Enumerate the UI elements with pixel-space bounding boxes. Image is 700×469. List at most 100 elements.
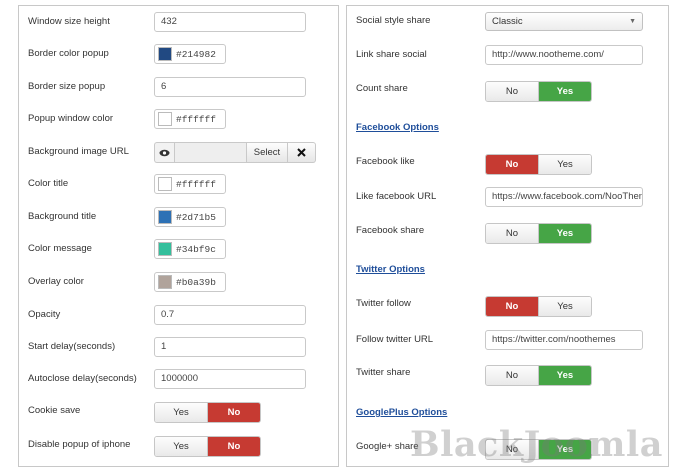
- disable-popup-iphone-toggle: Yes No: [154, 436, 261, 457]
- count-share-no-option[interactable]: No: [486, 82, 538, 101]
- background-image-url-input[interactable]: [174, 142, 246, 163]
- facebook-like-yes-option[interactable]: Yes: [538, 155, 591, 174]
- facebook-options-heading[interactable]: Facebook Options: [356, 122, 439, 133]
- overlay-color-row: Overlay color #b0a39b: [19, 269, 338, 295]
- start-delay-row: Start delay(seconds) 1: [19, 334, 338, 360]
- color-hex-value: #34bf9c: [176, 243, 216, 255]
- border-color-popup-picker[interactable]: #214982: [154, 44, 226, 64]
- color-title-picker[interactable]: #ffffff: [154, 174, 226, 194]
- popup-window-color-picker[interactable]: #ffffff: [154, 109, 226, 129]
- like-facebook-url-input[interactable]: https://www.facebook.com/NooThen: [485, 187, 643, 207]
- color-hex-value: #2d71b5: [176, 211, 216, 223]
- background-image-url-label: Background image URL: [28, 146, 129, 157]
- background-title-picker[interactable]: #2d71b5: [154, 207, 226, 227]
- window-size-height-input[interactable]: 432: [154, 12, 306, 32]
- twitter-share-yes-option[interactable]: Yes: [538, 366, 591, 385]
- google-share-label: Google+ share: [356, 441, 419, 452]
- count-share-yes-option[interactable]: Yes: [538, 82, 591, 101]
- color-title-label: Color title: [28, 178, 69, 189]
- facebook-like-label: Facebook like: [356, 156, 415, 167]
- window-size-height-label: Window size height: [28, 16, 110, 27]
- facebook-share-label: Facebook share: [356, 225, 425, 236]
- border-color-popup-row: Border color popup #214982: [19, 41, 338, 67]
- background-title-row: Background title #2d71b5: [19, 204, 338, 230]
- color-message-label: Color message: [28, 243, 92, 254]
- like-facebook-url-row: Like facebook URL https://www.facebook.c…: [347, 184, 668, 210]
- twitter-share-toggle: No Yes: [485, 365, 592, 386]
- background-title-label: Background title: [28, 211, 97, 222]
- border-size-popup-row: Border size popup 6: [19, 74, 338, 100]
- twitter-follow-toggle: No Yes: [485, 296, 592, 317]
- twitter-options-heading[interactable]: Twitter Options: [356, 264, 425, 275]
- twitter-follow-no-option[interactable]: No: [486, 297, 538, 316]
- link-share-social-input[interactable]: http://www.nootheme.com/: [485, 45, 643, 65]
- disable-popup-iphone-row: Disable popup of iphone Yes No: [19, 432, 338, 458]
- google-share-yes-option[interactable]: Yes: [538, 440, 591, 459]
- opacity-row: Opacity 0.7: [19, 302, 338, 328]
- popup-window-color-row: Popup window color #ffffff: [19, 106, 338, 132]
- twitter-follow-label: Twitter follow: [356, 298, 411, 309]
- twitter-follow-row: Twitter follow No Yes: [347, 291, 668, 317]
- color-hex-value: #b0a39b: [176, 276, 216, 288]
- facebook-share-row: Facebook share No Yes: [347, 218, 668, 244]
- color-swatch: [158, 210, 172, 224]
- facebook-like-row: Facebook like No Yes: [347, 149, 668, 175]
- social-style-share-select[interactable]: Classic ▼: [485, 12, 643, 31]
- google-share-toggle: No Yes: [485, 439, 592, 460]
- start-delay-label: Start delay(seconds): [28, 341, 116, 352]
- count-share-label: Count share: [356, 83, 408, 94]
- color-swatch: [158, 47, 172, 61]
- google-share-no-option[interactable]: No: [486, 440, 538, 459]
- facebook-share-no-option[interactable]: No: [486, 224, 538, 243]
- cookie-save-yes-option[interactable]: Yes: [155, 403, 207, 422]
- social-style-share-value: Classic: [492, 16, 523, 27]
- color-swatch: [158, 242, 172, 256]
- facebook-share-toggle: No Yes: [485, 223, 592, 244]
- cookie-save-label: Cookie save: [28, 405, 81, 416]
- google-share-row: Google+ share No Yes: [347, 434, 668, 460]
- eye-icon[interactable]: [154, 142, 174, 163]
- facebook-like-no-option[interactable]: No: [486, 155, 538, 174]
- like-facebook-url-label: Like facebook URL: [356, 191, 437, 202]
- window-size-height-row: Window size height 432: [19, 9, 338, 35]
- facebook-like-toggle: No Yes: [485, 154, 592, 175]
- color-hex-value: #ffffff: [176, 113, 216, 125]
- disable-popup-iphone-yes-option[interactable]: Yes: [155, 437, 207, 456]
- overlay-color-label: Overlay color: [28, 276, 84, 287]
- count-share-row: Count share No Yes: [347, 76, 668, 102]
- twitter-follow-yes-option[interactable]: Yes: [538, 297, 591, 316]
- background-image-url-row: Background image URL Select: [19, 139, 338, 165]
- overlay-color-picker[interactable]: #b0a39b: [154, 272, 226, 292]
- social-style-share-row: Social style share Classic ▼: [347, 8, 668, 34]
- autoclose-delay-input[interactable]: 1000000: [154, 369, 306, 389]
- color-message-picker[interactable]: #34bf9c: [154, 239, 226, 259]
- select-image-button[interactable]: Select: [246, 142, 288, 163]
- social-style-share-label: Social style share: [356, 15, 431, 26]
- opacity-input[interactable]: 0.7: [154, 305, 306, 325]
- close-icon[interactable]: [288, 142, 316, 163]
- social-share-panel: Social style share Classic ▼ Link share …: [346, 5, 669, 467]
- cookie-save-no-option[interactable]: No: [207, 403, 260, 422]
- color-swatch: [158, 177, 172, 191]
- follow-twitter-url-input[interactable]: https://twitter.com/noothemes: [485, 330, 643, 350]
- opacity-label: Opacity: [28, 309, 61, 320]
- facebook-share-yes-option[interactable]: Yes: [538, 224, 591, 243]
- follow-twitter-url-label: Follow twitter URL: [356, 334, 434, 345]
- color-message-row: Color message #34bf9c: [19, 236, 338, 262]
- background-image-media-field: Select: [154, 142, 316, 163]
- color-title-row: Color title #ffffff: [19, 171, 338, 197]
- autoclose-delay-label: Autoclose delay(seconds): [28, 373, 137, 384]
- count-share-toggle: No Yes: [485, 81, 592, 102]
- autoclose-delay-row: Autoclose delay(seconds) 1000000: [19, 366, 338, 392]
- start-delay-input[interactable]: 1: [154, 337, 306, 357]
- color-hex-value: #ffffff: [176, 178, 216, 190]
- border-color-popup-label: Border color popup: [28, 48, 109, 59]
- border-size-popup-input[interactable]: 6: [154, 77, 306, 97]
- cookie-save-row: Cookie save Yes No: [19, 398, 338, 424]
- caret-down-icon: ▼: [629, 18, 636, 25]
- follow-twitter-url-row: Follow twitter URL https://twitter.com/n…: [347, 327, 668, 353]
- googleplus-options-heading[interactable]: GooglePlus Options: [356, 407, 447, 418]
- popup-settings-panel: Window size height 432 Border color popu…: [18, 5, 339, 467]
- disable-popup-iphone-no-option[interactable]: No: [207, 437, 260, 456]
- twitter-share-no-option[interactable]: No: [486, 366, 538, 385]
